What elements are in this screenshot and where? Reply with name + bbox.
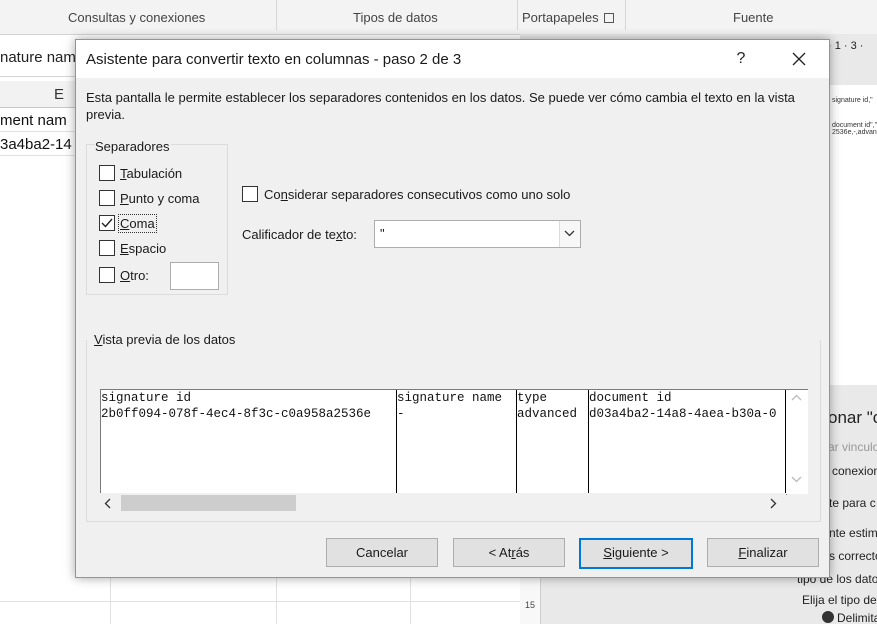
ribbon-group-portapapeles: Portapapeles xyxy=(522,10,614,25)
text-to-columns-dialog: Asistente para convertir texto en column… xyxy=(75,39,830,578)
text-qualifier-value: " xyxy=(380,226,385,241)
semicolon-label: Punto y coma xyxy=(120,191,200,206)
document-page-preview: signature id," document id","d 2536e,-,a… xyxy=(828,85,877,385)
finish-button[interactable]: Finalizar xyxy=(707,538,819,567)
comma-checkbox[interactable] xyxy=(99,215,115,231)
space-checkbox[interactable] xyxy=(99,240,115,256)
ruler-numbers: · 1 · 3 · xyxy=(828,40,864,52)
ribbon-divider xyxy=(625,0,626,30)
side-panel-heading: onar "c xyxy=(828,408,877,427)
other-separator-input[interactable] xyxy=(170,262,219,290)
preview-cell: - xyxy=(397,407,405,421)
data-preview-table[interactable]: signature id 2b0ff094-078f-4ec4-8f3c-c0a… xyxy=(100,389,787,495)
preview-header-cell: signature id xyxy=(101,391,192,405)
cell-e1[interactable]: ment nam xyxy=(0,112,67,129)
ribbon-group-consultas: Consultas y conexiones xyxy=(68,10,206,25)
semicolon-checkbox[interactable] xyxy=(99,190,115,206)
text-qualifier-select[interactable]: " xyxy=(374,220,581,248)
preview-cell: 2b0ff094-078f-4ec4-8f3c-c0a958a2536e xyxy=(101,407,372,421)
preview-header-cell: signature name xyxy=(397,391,503,405)
preview-vertical-scrollbar[interactable] xyxy=(786,389,808,494)
side-panel-text: te para c xyxy=(829,496,876,510)
consecutive-label: Considerar separadores consecutivos como… xyxy=(264,187,571,202)
doc-line: document id","d xyxy=(832,122,877,129)
ribbon-divider xyxy=(276,0,277,30)
dialog-description: Esta pantalla le permite establecer los … xyxy=(86,90,795,122)
preview-column-signature-name[interactable]: signature name - xyxy=(397,390,517,494)
side-panel-radio[interactable]: Delimita xyxy=(822,611,877,625)
side-panel-text: ar vinculo xyxy=(828,440,877,454)
doc-line: signature id," xyxy=(832,97,873,104)
comma-label: Coma xyxy=(118,214,157,233)
side-panel-text: Elija el tipo de a xyxy=(802,593,877,607)
ribbon-group-tipos-datos: Tipos de datos xyxy=(353,10,438,25)
dialog-title: Asistente para convertir texto en column… xyxy=(86,51,462,68)
scroll-left-icon[interactable] xyxy=(104,498,111,509)
ruler-number: 15 xyxy=(525,600,536,610)
help-button[interactable]: ? xyxy=(726,46,756,72)
chevron-down-icon xyxy=(564,230,575,237)
side-panel-text: s correcto xyxy=(829,549,877,563)
ribbon-group-fuente: Fuente xyxy=(733,10,774,25)
next-button[interactable]: Siguiente > xyxy=(579,538,693,569)
separators-group-label: Separadores xyxy=(95,139,172,154)
close-button[interactable] xyxy=(783,46,815,72)
cancel-button[interactable]: Cancelar xyxy=(326,538,438,567)
checkmark-icon xyxy=(101,218,113,228)
radio-icon[interactable] xyxy=(822,611,834,623)
separators-group: Separadores Tabulación Punto y coma Coma… xyxy=(86,139,228,295)
consecutive-checkbox[interactable] xyxy=(242,186,258,202)
preview-horizontal-scrollbar[interactable] xyxy=(100,493,786,513)
tab-label: Tabulación xyxy=(120,166,183,181)
formula-bar-text: nature nam xyxy=(0,49,76,66)
back-button[interactable]: < Atrás xyxy=(453,538,565,567)
dialog-titlebar[interactable]: Asistente para convertir texto en column… xyxy=(76,40,829,78)
grid-line xyxy=(0,601,520,602)
scrollbar-thumb[interactable] xyxy=(121,495,296,511)
preview-cell: d03a4ba2-14a8-4aea-b30a-0 xyxy=(589,407,777,421)
other-checkbox[interactable] xyxy=(99,267,115,283)
tab-checkbox[interactable] xyxy=(99,165,115,181)
other-label: Otro: xyxy=(120,268,149,283)
scroll-down-icon[interactable] xyxy=(791,476,802,483)
data-preview-label: Vista previa de los datos xyxy=(94,332,236,347)
preview-column-signature-id[interactable]: signature id 2b0ff094-078f-4ec4-8f3c-c0a… xyxy=(101,390,397,494)
text-qualifier-label: Calificador de texto: xyxy=(242,227,357,242)
preview-header-cell: document id xyxy=(589,391,672,405)
dropdown-button[interactable] xyxy=(559,221,580,247)
doc-line: 2536e,-,advanced xyxy=(832,129,877,136)
ribbon-group-labels: Consultas y conexiones Tipos de datos Po… xyxy=(0,0,877,35)
dialog-launcher-icon[interactable] xyxy=(603,13,614,23)
preview-column-document-id[interactable]: document id d03a4ba2-14a8-4aea-b30a-0 xyxy=(589,390,786,494)
ribbon-divider xyxy=(517,0,518,30)
side-panel-text: conexione xyxy=(832,464,877,478)
scroll-up-icon[interactable] xyxy=(791,394,802,401)
scroll-right-icon[interactable] xyxy=(770,498,777,509)
column-letter-e[interactable]: E xyxy=(54,86,64,103)
space-label: Espacio xyxy=(120,241,167,256)
preview-cell: advanced xyxy=(517,407,578,421)
side-panel-text: nte estima xyxy=(829,526,877,540)
preview-header-cell: type xyxy=(517,391,548,405)
cell-e2[interactable]: 3a4ba2-14 xyxy=(0,136,72,153)
preview-column-type[interactable]: type advanced xyxy=(517,390,589,494)
close-icon xyxy=(792,52,806,66)
